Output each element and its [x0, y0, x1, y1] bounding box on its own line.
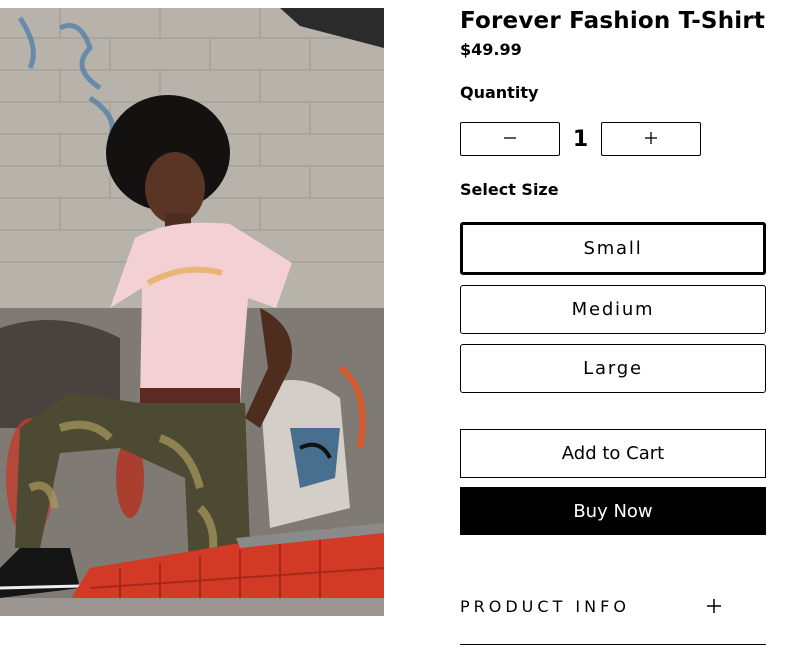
- product-image: [0, 8, 384, 616]
- buy-now-button[interactable]: Buy Now: [460, 487, 766, 535]
- product-info-label: PRODUCT INFO: [460, 596, 630, 616]
- minus-icon: [503, 130, 517, 149]
- product-title: Forever Fashion T-Shirt: [460, 8, 766, 34]
- product-price: $49.99: [460, 40, 522, 59]
- add-to-cart-button[interactable]: Add to Cart: [460, 429, 766, 478]
- quantity-decrement-button[interactable]: [460, 122, 560, 156]
- expand-plus-icon: [706, 598, 722, 614]
- product-photo-illustration: [0, 8, 384, 616]
- size-option-small[interactable]: Small: [460, 222, 766, 275]
- product-info-toggle[interactable]: PRODUCT INFO: [460, 590, 766, 622]
- quantity-value: 1: [572, 126, 589, 152]
- size-option-medium[interactable]: Medium: [460, 285, 766, 334]
- accordion-divider: [460, 644, 766, 645]
- quantity-label: Quantity: [460, 83, 539, 102]
- quantity-increment-button[interactable]: [601, 122, 701, 156]
- plus-icon: [644, 130, 658, 149]
- size-option-large[interactable]: Large: [460, 344, 766, 393]
- size-label: Select Size: [460, 180, 559, 199]
